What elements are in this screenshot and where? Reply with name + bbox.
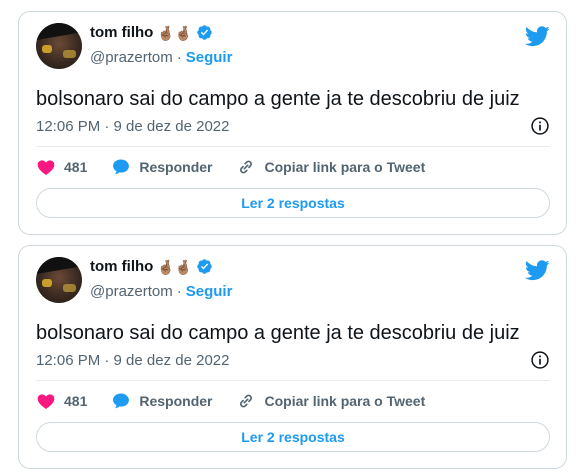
author-name-row[interactable]: tom filho 🤞🏽🤞🏽 bbox=[90, 24, 213, 41]
tweet-text: bolsonaro sai do campo a gente ja te des… bbox=[36, 322, 520, 344]
author-handle[interactable]: @prazertom bbox=[90, 283, 173, 300]
reply-label: Responder bbox=[139, 393, 213, 409]
twitter-bird-icon[interactable] bbox=[525, 26, 550, 47]
link-icon bbox=[240, 394, 253, 408]
author-name[interactable]: tom filho bbox=[90, 258, 153, 275]
tweet-actions: 481 Responder Copiar link para o Tweet bbox=[36, 390, 449, 412]
copy-link-button[interactable]: Copiar link para o Tweet bbox=[236, 157, 425, 177]
avatar[interactable] bbox=[36, 23, 82, 69]
avatar[interactable] bbox=[36, 257, 82, 303]
tweet-actions: 481 Responder Copiar link para o Tweet bbox=[36, 156, 449, 178]
handle-row: @prazertom · Seguir bbox=[90, 49, 232, 66]
author-name-row[interactable]: tom filho 🤞🏽🤞🏽 bbox=[90, 258, 213, 275]
reply-label: Responder bbox=[139, 159, 213, 175]
handle-row: @prazertom · Seguir bbox=[90, 283, 232, 300]
link-icon bbox=[240, 160, 253, 174]
info-circle-icon[interactable] bbox=[530, 350, 550, 370]
reply-button[interactable]: Responder bbox=[111, 157, 212, 177]
heart-icon bbox=[37, 394, 55, 409]
follow-button[interactable]: Seguir bbox=[186, 49, 233, 66]
tweet-timestamp[interactable]: 12:06 PM · 9 de dez de 2022 bbox=[36, 118, 229, 135]
read-replies-label: Ler 2 respostas bbox=[241, 429, 345, 445]
author-emoji: 🤞🏽🤞🏽 bbox=[157, 258, 193, 275]
speech-bubble-icon bbox=[113, 393, 130, 409]
copy-link-label: Copiar link para o Tweet bbox=[264, 393, 426, 409]
divider bbox=[36, 146, 550, 147]
author-emoji: 🤞🏽🤞🏽 bbox=[157, 24, 193, 41]
verified-badge-icon bbox=[197, 25, 212, 40]
verified-badge-icon bbox=[197, 259, 212, 274]
speech-bubble-icon bbox=[113, 159, 130, 175]
divider bbox=[36, 380, 550, 381]
tweet-text: bolsonaro sai do campo a gente ja te des… bbox=[36, 88, 520, 110]
like-count: 481 bbox=[64, 393, 88, 409]
author-name[interactable]: tom filho bbox=[90, 24, 153, 41]
info-circle-icon[interactable] bbox=[530, 116, 550, 136]
separator: · bbox=[176, 49, 182, 66]
copy-link-label: Copiar link para o Tweet bbox=[264, 159, 426, 175]
like-count: 481 bbox=[64, 159, 88, 175]
read-replies-label: Ler 2 respostas bbox=[241, 195, 345, 211]
tweet-card: tom filho 🤞🏽🤞🏽 @prazertom · Seguir bolso… bbox=[18, 11, 567, 235]
tweet-card: tom filho 🤞🏽🤞🏽 @prazertom · Seguir bolso… bbox=[18, 245, 567, 469]
twitter-bird-icon[interactable] bbox=[525, 260, 550, 281]
read-replies-button[interactable]: Ler 2 respostas bbox=[36, 188, 550, 218]
like-button[interactable]: 481 bbox=[36, 391, 87, 411]
copy-link-button[interactable]: Copiar link para o Tweet bbox=[236, 391, 425, 411]
author-handle[interactable]: @prazertom bbox=[90, 49, 173, 66]
heart-icon bbox=[37, 160, 55, 175]
reply-button[interactable]: Responder bbox=[111, 391, 212, 411]
follow-button[interactable]: Seguir bbox=[186, 283, 233, 300]
like-button[interactable]: 481 bbox=[36, 157, 87, 177]
separator: · bbox=[176, 283, 182, 300]
tweet-timestamp[interactable]: 12:06 PM · 9 de dez de 2022 bbox=[36, 352, 229, 369]
read-replies-button[interactable]: Ler 2 respostas bbox=[36, 422, 550, 452]
